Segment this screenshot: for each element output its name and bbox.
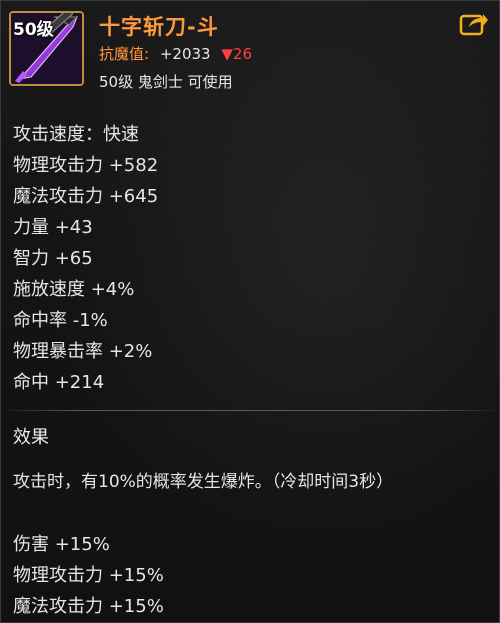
effect-title: 效果 (13, 427, 49, 448)
item-icon-frame: 50级 (9, 11, 84, 86)
stat-strength: 力量 +43 (13, 217, 93, 238)
magic-resist-label: 抗魔值: (99, 45, 150, 63)
magic-resist-row: 抗魔值: +2033 ▼26 (99, 43, 252, 64)
class-requirement: 50级 鬼剑士 可使用 (99, 73, 233, 91)
stat-hit-rate: 命中率 -1% (13, 310, 108, 331)
stat-intelligence: 智力 +65 (13, 248, 93, 269)
stat-cast-speed: 施放速度 +4% (13, 279, 135, 300)
item-name: 十字斩刀-斗 (99, 15, 219, 39)
bonus-damage: 伤害 +15% (13, 534, 110, 555)
bonus-physical-attack: 物理攻击力 +15% (13, 565, 164, 586)
item-tooltip-panel: 50级 十字斩刀-斗 抗魔值: +2033 ▼26 50级 鬼剑士 可使用 攻击… (0, 0, 500, 623)
magic-resist-value: +2033 (159, 45, 211, 63)
section-divider (7, 410, 495, 411)
bonus-magic-attack: 魔法攻击力 +15% (13, 596, 164, 617)
stat-physical-attack: 物理攻击力 +582 (13, 155, 159, 176)
effect-bonus-list: 伤害 +15% 物理攻击力 +15% 魔法攻击力 +15% (13, 529, 164, 622)
share-button[interactable] (459, 11, 489, 37)
stat-hit: 命中 +214 (13, 372, 105, 393)
stats-list: 攻击速度：快速 物理攻击力 +582 魔法攻击力 +645 力量 +43 智力 … (13, 119, 158, 398)
magic-resist-delta: ▼26 (221, 45, 252, 63)
stat-attack-speed: 攻击速度：快速 (13, 124, 139, 145)
item-level-badge: 50级 (13, 20, 54, 40)
stat-magic-attack: 魔法攻击力 +645 (13, 186, 159, 207)
stat-physical-crit: 物理暴击率 +2% (13, 341, 153, 362)
share-icon (459, 14, 488, 36)
effect-description: 攻击时，有10%的概率发生爆炸。（冷却时间3秒） (13, 472, 394, 492)
